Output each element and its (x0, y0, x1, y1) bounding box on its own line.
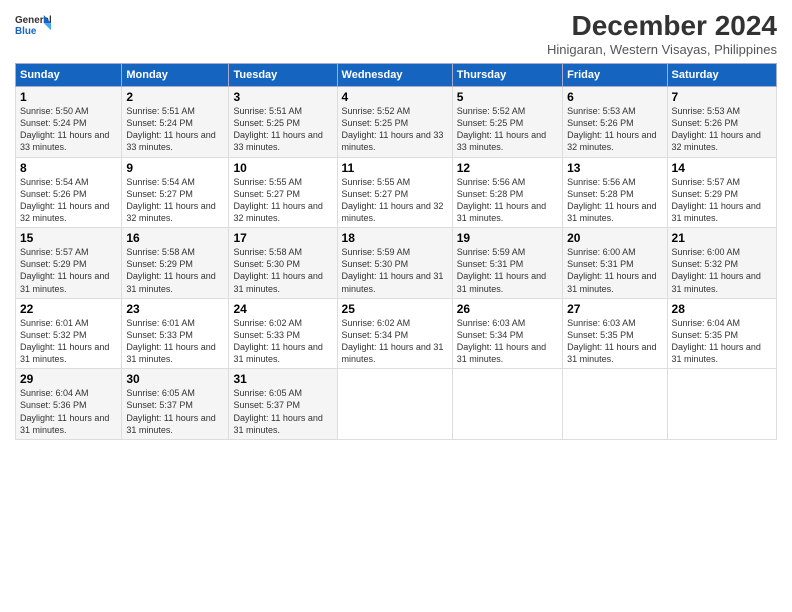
cell-dec12: 12 Sunrise: 5:56 AMSunset: 5:28 PMDaylig… (452, 157, 562, 228)
table-row: 15 Sunrise: 5:57 AMSunset: 5:29 PMDaylig… (16, 228, 777, 299)
cell-dec11: 11 Sunrise: 5:55 AMSunset: 5:27 PMDaylig… (337, 157, 452, 228)
cell-dec24: 24 Sunrise: 6:02 AMSunset: 5:33 PMDaylig… (229, 298, 337, 369)
subtitle: Hinigaran, Western Visayas, Philippines (547, 42, 777, 57)
cell-dec21: 21 Sunrise: 6:00 AMSunset: 5:32 PMDaylig… (667, 228, 776, 299)
cell-dec20: 20 Sunrise: 6:00 AMSunset: 5:31 PMDaylig… (563, 228, 667, 299)
cell-dec27: 27 Sunrise: 6:03 AMSunset: 5:35 PMDaylig… (563, 298, 667, 369)
cell-dec22: 22 Sunrise: 6:01 AMSunset: 5:32 PMDaylig… (16, 298, 122, 369)
cell-empty-4 (667, 369, 776, 440)
col-thursday: Thursday (452, 64, 562, 87)
table-row: 1 Sunrise: 5:50 AMSunset: 5:24 PMDayligh… (16, 87, 777, 158)
svg-text:Blue: Blue (15, 26, 37, 37)
col-monday: Monday (122, 64, 229, 87)
cell-dec25: 25 Sunrise: 6:02 AMSunset: 5:34 PMDaylig… (337, 298, 452, 369)
cell-empty-1 (337, 369, 452, 440)
cell-dec26: 26 Sunrise: 6:03 AMSunset: 5:34 PMDaylig… (452, 298, 562, 369)
cell-dec30: 30 Sunrise: 6:05 AMSunset: 5:37 PMDaylig… (122, 369, 229, 440)
cell-dec2: 2 Sunrise: 5:51 AMSunset: 5:24 PMDayligh… (122, 87, 229, 158)
col-saturday: Saturday (667, 64, 776, 87)
title-area: December 2024 Hinigaran, Western Visayas… (547, 10, 777, 57)
cell-dec4: 4 Sunrise: 5:52 AMSunset: 5:25 PMDayligh… (337, 87, 452, 158)
main-title: December 2024 (547, 10, 777, 42)
cell-dec9: 9 Sunrise: 5:54 AMSunset: 5:27 PMDayligh… (122, 157, 229, 228)
cell-dec16: 16 Sunrise: 5:58 AMSunset: 5:29 PMDaylig… (122, 228, 229, 299)
cell-dec1: 1 Sunrise: 5:50 AMSunset: 5:24 PMDayligh… (16, 87, 122, 158)
cell-dec3: 3 Sunrise: 5:51 AMSunset: 5:25 PMDayligh… (229, 87, 337, 158)
col-sunday: Sunday (16, 64, 122, 87)
col-tuesday: Tuesday (229, 64, 337, 87)
cell-dec13: 13 Sunrise: 5:56 AMSunset: 5:28 PMDaylig… (563, 157, 667, 228)
cell-dec31: 31 Sunrise: 6:05 AMSunset: 5:37 PMDaylig… (229, 369, 337, 440)
cell-dec15: 15 Sunrise: 5:57 AMSunset: 5:29 PMDaylig… (16, 228, 122, 299)
cell-dec19: 19 Sunrise: 5:59 AMSunset: 5:31 PMDaylig… (452, 228, 562, 299)
col-wednesday: Wednesday (337, 64, 452, 87)
page-container: General Blue December 2024 Hinigaran, We… (0, 0, 792, 450)
logo: General Blue (15, 10, 51, 38)
cell-dec28: 28 Sunrise: 6:04 AMSunset: 5:35 PMDaylig… (667, 298, 776, 369)
cell-dec18: 18 Sunrise: 5:59 AMSunset: 5:30 PMDaylig… (337, 228, 452, 299)
cell-dec14: 14 Sunrise: 5:57 AMSunset: 5:29 PMDaylig… (667, 157, 776, 228)
cell-empty-2 (452, 369, 562, 440)
table-row: 29 Sunrise: 6:04 AMSunset: 5:36 PMDaylig… (16, 369, 777, 440)
calendar-table: Sunday Monday Tuesday Wednesday Thursday… (15, 63, 777, 440)
cell-dec29: 29 Sunrise: 6:04 AMSunset: 5:36 PMDaylig… (16, 369, 122, 440)
cell-dec6: 6 Sunrise: 5:53 AMSunset: 5:26 PMDayligh… (563, 87, 667, 158)
logo-icon: General Blue (15, 10, 51, 38)
cell-dec8: 8 Sunrise: 5:54 AMSunset: 5:26 PMDayligh… (16, 157, 122, 228)
cell-dec7: 7 Sunrise: 5:53 AMSunset: 5:26 PMDayligh… (667, 87, 776, 158)
cell-dec10: 10 Sunrise: 5:55 AMSunset: 5:27 PMDaylig… (229, 157, 337, 228)
table-row: 8 Sunrise: 5:54 AMSunset: 5:26 PMDayligh… (16, 157, 777, 228)
header: General Blue December 2024 Hinigaran, We… (15, 10, 777, 57)
table-row: 22 Sunrise: 6:01 AMSunset: 5:32 PMDaylig… (16, 298, 777, 369)
col-friday: Friday (563, 64, 667, 87)
cell-dec23: 23 Sunrise: 6:01 AMSunset: 5:33 PMDaylig… (122, 298, 229, 369)
cell-dec17: 17 Sunrise: 5:58 AMSunset: 5:30 PMDaylig… (229, 228, 337, 299)
calendar-header-row: Sunday Monday Tuesday Wednesday Thursday… (16, 64, 777, 87)
cell-dec5: 5 Sunrise: 5:52 AMSunset: 5:25 PMDayligh… (452, 87, 562, 158)
cell-empty-3 (563, 369, 667, 440)
